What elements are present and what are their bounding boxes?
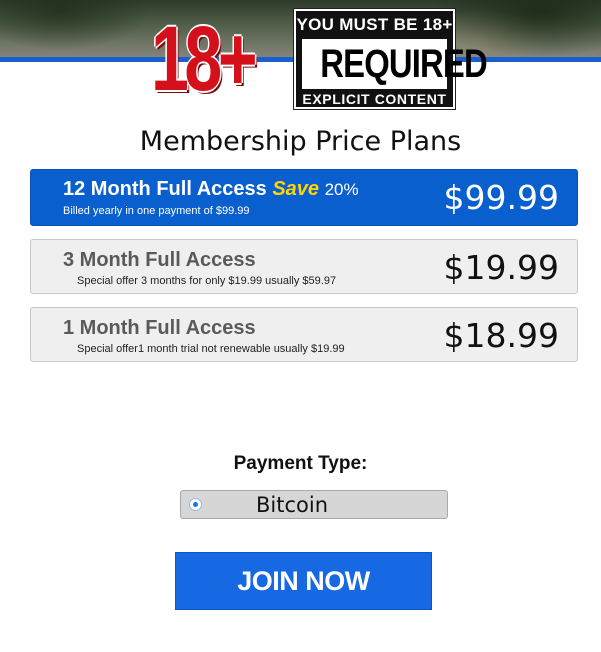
badge-bottom-text: EXPLICIT CONTENT <box>302 91 447 107</box>
plan-subtitle: Special offer1 month trial not renewable… <box>77 343 345 355</box>
payment-option-bitcoin[interactable]: Bitcoin <box>180 490 448 519</box>
plan-title: 1 Month Full Access <box>63 317 256 339</box>
save-label: Save <box>272 178 320 200</box>
page-title: Membership Price Plans <box>139 126 462 157</box>
age-18-logo: 18+ <box>151 8 258 110</box>
plan-3-month[interactable]: 3 Month Full Access Special offer 3 mont… <box>30 239 578 294</box>
plan-price: $99.99 <box>443 178 559 217</box>
badge-main-text: REQUIRED <box>320 42 487 86</box>
plan-subtitle: Billed yearly in one payment of $99.99 <box>63 205 250 217</box>
plan-12-month[interactable]: 12 Month Full Access Save 20% Billed yea… <box>30 169 578 226</box>
plan-title: 3 Month Full Access <box>63 249 256 271</box>
plan-title-text: 12 Month Full Access <box>63 178 267 200</box>
plan-subtitle: Special offer 3 months for only $19.99 u… <box>77 275 337 287</box>
plan-price: $19.99 <box>443 248 559 287</box>
payment-option-label: Bitcoin <box>256 493 329 517</box>
plan-1-month[interactable]: 1 Month Full Access Special offer1 month… <box>30 307 578 362</box>
join-now-button[interactable]: JOIN NOW <box>175 552 432 610</box>
payment-type-label: Payment Type: <box>233 453 368 474</box>
age-required-badge: YOU MUST BE 18+ REQUIRED EXPLICIT CONTEN… <box>294 9 488 109</box>
plan-price: $18.99 <box>443 316 559 355</box>
save-percent: 20% <box>324 180 359 199</box>
plan-title: 12 Month Full Access Save 20% <box>63 178 359 201</box>
radio-selected-icon[interactable] <box>189 498 202 511</box>
badge-main-box: REQUIRED <box>302 39 488 89</box>
badge-top-text: YOU MUST BE 18+ <box>296 15 453 34</box>
